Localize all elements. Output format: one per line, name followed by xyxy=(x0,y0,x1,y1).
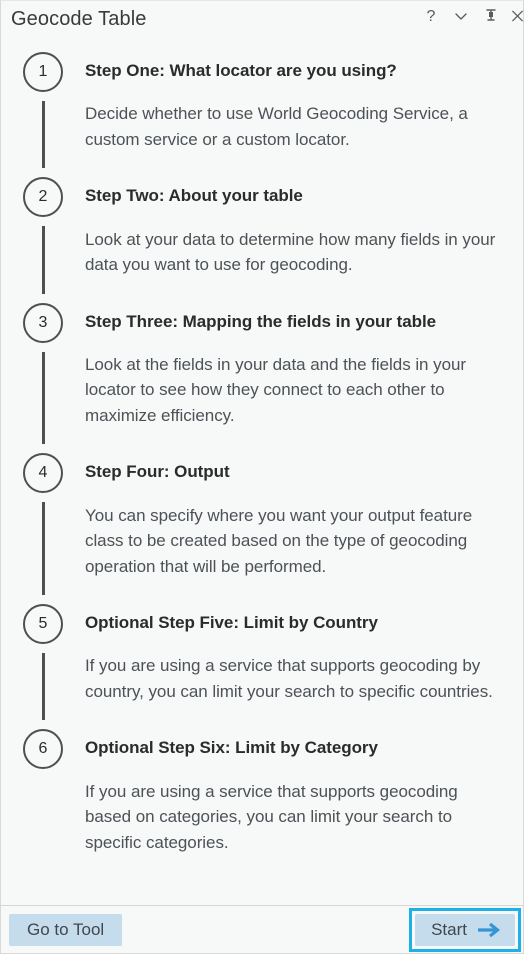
step-title: Optional Step Six: Limit by Category xyxy=(85,738,378,758)
start-button[interactable]: Start xyxy=(415,913,515,946)
title-bar: Geocode Table ? xyxy=(1,1,523,37)
step-item: 6 Optional Step Six: Limit by Category If … xyxy=(1,726,523,877)
titlebar-actions: ? xyxy=(421,5,523,27)
step-description: Look at your data to determine how many … xyxy=(85,229,496,275)
step-item: 3 Step Three: Mapping the fields in your … xyxy=(1,300,523,451)
svg-text:?: ? xyxy=(427,8,436,25)
step-rail: 2 xyxy=(1,174,85,299)
step-title: Step Two: About your table xyxy=(85,186,303,206)
step-number-badge: 4 xyxy=(23,453,63,494)
geocode-table-panel: Geocode Table ? 1 Step One: What locator… xyxy=(0,0,524,954)
step-connector-line xyxy=(41,502,45,595)
step-rail: 6 xyxy=(1,726,85,877)
close-icon[interactable] xyxy=(511,5,523,27)
arrow-right-icon xyxy=(477,921,503,939)
help-icon[interactable]: ? xyxy=(421,5,441,27)
step-connector-line xyxy=(41,101,45,169)
go-to-tool-button[interactable]: Go to Tool xyxy=(9,913,123,946)
step-connector-line xyxy=(41,226,45,294)
step-description: If you are using a service that supports… xyxy=(85,781,458,852)
step-body: Step Two: About your table Look at your d… xyxy=(85,174,509,299)
step-title: Step Three: Mapping the fields in your t… xyxy=(85,311,437,331)
step-connector-line xyxy=(42,778,45,871)
step-body: Optional Step Five: Limit by Country If y… xyxy=(85,601,509,726)
page-title: Geocode Table xyxy=(11,8,147,30)
step-rail: 5 xyxy=(1,601,85,726)
step-item: 4 Step Four: Output You can specify where … xyxy=(1,450,523,601)
step-title: Step Four: Output xyxy=(85,462,230,482)
step-body: Step Three: Mapping the fields in your t… xyxy=(85,300,509,451)
chevron-down-icon[interactable] xyxy=(451,5,471,27)
step-item: 2 Step Two: About your table Look at your … xyxy=(1,174,523,299)
step-item: 5 Optional Step Five: Limit by Country If … xyxy=(1,601,523,726)
step-description: You can specify where you want your outp… xyxy=(85,505,473,576)
steps-list: 1 Step One: What locator are you using? De… xyxy=(1,37,523,905)
step-number-badge: 1 xyxy=(23,52,63,92)
start-button-label: Start xyxy=(431,919,467,939)
step-connector-line xyxy=(41,653,45,721)
step-number-badge: 3 xyxy=(23,302,63,343)
step-rail: 3 xyxy=(1,300,85,451)
step-body: Step Four: Output You can specify where y… xyxy=(85,450,509,601)
step-description: Decide whether to use World Geocoding Se… xyxy=(85,104,468,149)
step-title: Optional Step Five: Limit by Country xyxy=(85,613,378,632)
step-rail: 4 xyxy=(1,450,85,601)
step-body: Step One: What locator are you using? Dec… xyxy=(85,49,509,174)
footer-bar: Go to Tool Start xyxy=(1,905,523,953)
step-number-badge: 6 xyxy=(23,729,63,770)
step-description: Look at the fields in your data and the … xyxy=(85,354,466,425)
step-number-badge: 2 xyxy=(23,177,63,218)
step-title: Step One: What locator are you using? xyxy=(85,61,397,80)
step-body: Optional Step Six: Limit by Category If y… xyxy=(85,726,509,877)
step-item: 1 Step One: What locator are you using? De… xyxy=(1,49,523,174)
step-number-badge: 5 xyxy=(23,604,63,644)
start-button-focus-ring: Start xyxy=(409,907,521,952)
step-connector-line xyxy=(41,351,45,445)
step-description: If you are using a service that supports… xyxy=(85,656,493,701)
step-rail: 1 xyxy=(1,49,85,174)
pin-icon[interactable] xyxy=(481,5,501,27)
